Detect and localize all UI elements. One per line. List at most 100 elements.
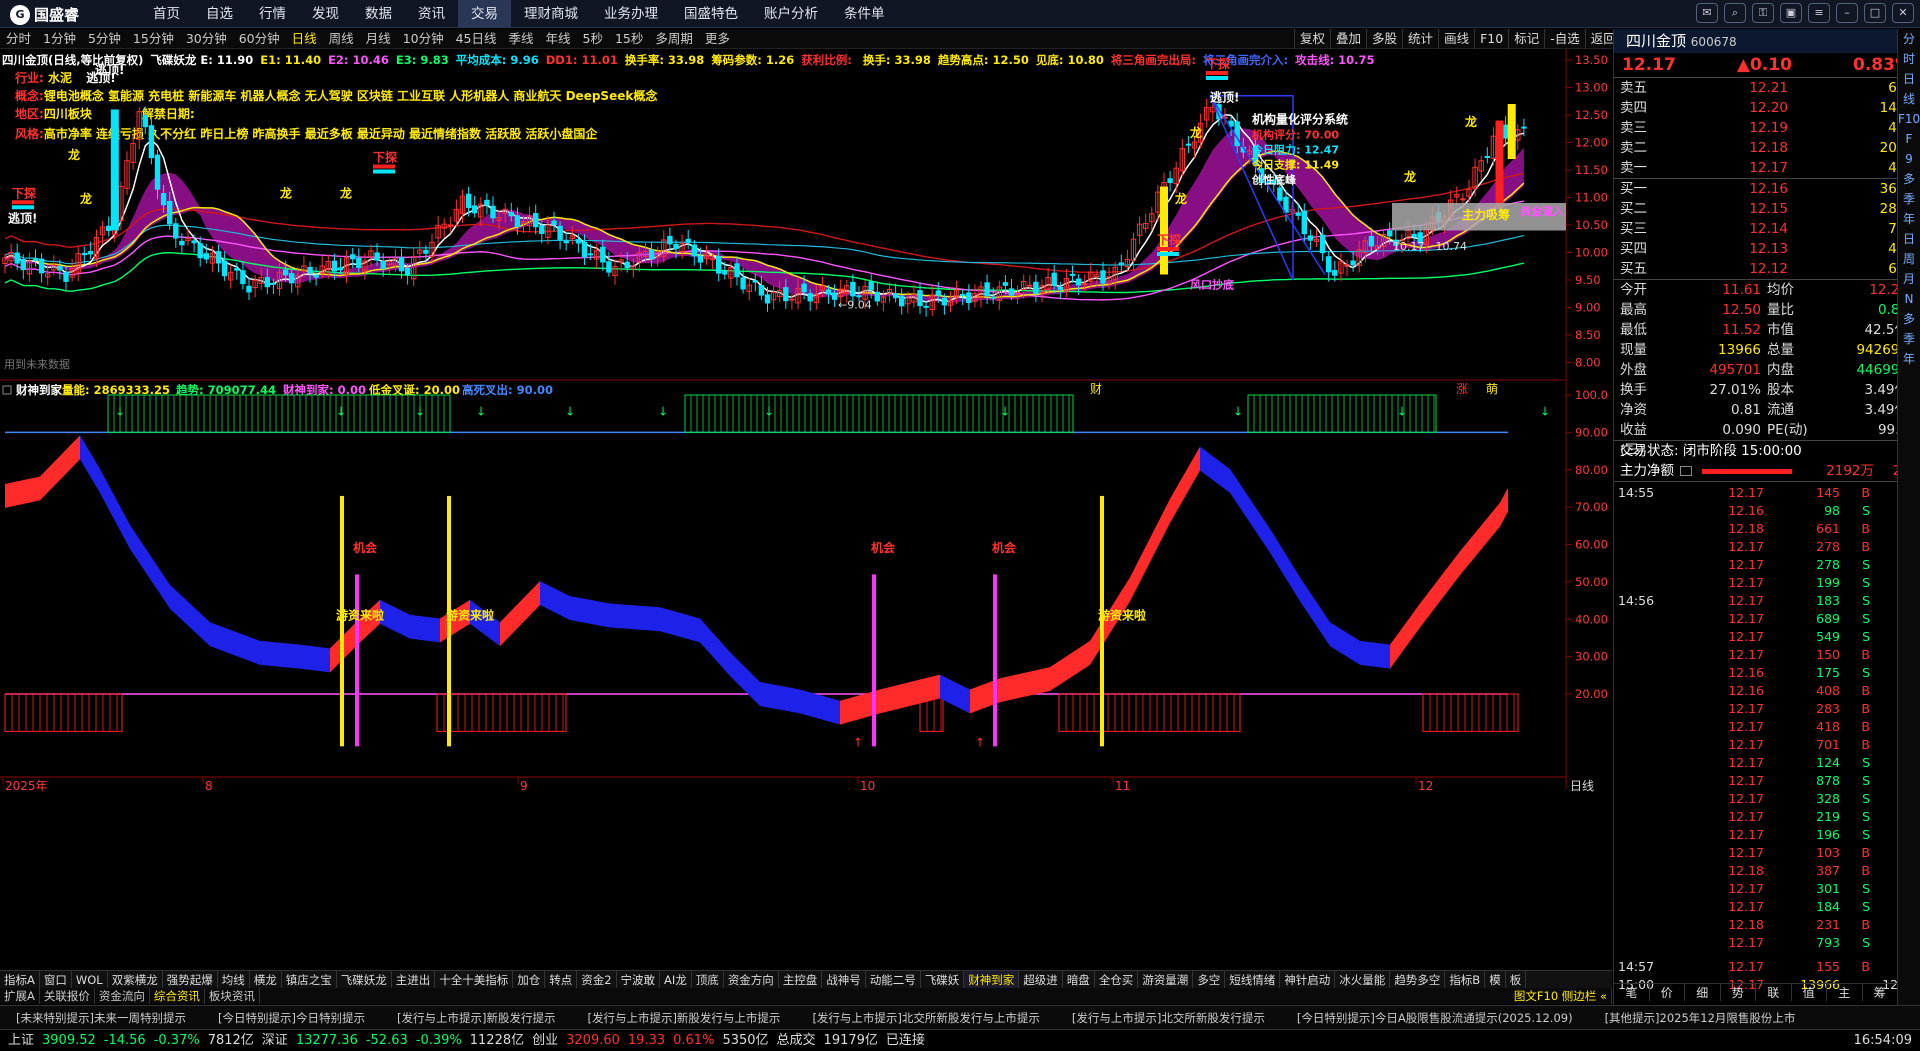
indicator-tab[interactable]: 指标B [1445, 971, 1486, 988]
period-button[interactable]: 月线 [360, 29, 397, 48]
quote-tab[interactable]: 筹 [1863, 984, 1898, 1001]
indicator-tab[interactable]: 模 [1485, 971, 1506, 988]
tool-button[interactable]: 标记 [1508, 29, 1544, 49]
sidebar-item[interactable]: F10 [1898, 109, 1920, 129]
book-row[interactable]: 买四 12.13478 [1614, 239, 1920, 259]
period-button[interactable]: 15秒 [609, 29, 649, 48]
indicator-tab[interactable]: 资金2 [577, 971, 617, 988]
search-icon[interactable]: ⌕ [1724, 3, 1746, 23]
indicator-tab[interactable]: 动能二号 [866, 971, 921, 988]
nav-item[interactable]: 首页 [140, 0, 193, 28]
indicator-tab[interactable]: 游资量潮 [1138, 971, 1194, 988]
ticker-item[interactable]: [发行与上市提示]新股发行与上市提示 [571, 1006, 796, 1029]
nav-item[interactable]: 资讯 [405, 0, 458, 28]
indicator-tab[interactable]: 指标A [0, 971, 40, 988]
quote-tab[interactable]: 笔 [1614, 984, 1650, 1001]
indicator-tab[interactable]: 多空 [1193, 971, 1226, 988]
tool-button[interactable]: 复权 [1294, 29, 1330, 49]
book-row[interactable]: 卖四 12.201495 [1614, 98, 1920, 118]
sidebar-item[interactable]: 多 [1898, 169, 1920, 189]
ticker-item[interactable]: [发行与上市提示]新股发行提示 [381, 1006, 571, 1029]
tick-list[interactable]: 14:5512.17145B2112.1698S1712.18661B4412.… [1614, 482, 1920, 994]
book-row[interactable]: 卖三 12.19445 [1614, 118, 1920, 138]
indicator-tab[interactable]: 飞碟妖 [921, 971, 965, 988]
sidebar-item[interactable]: 时 [1898, 49, 1920, 69]
minimize-icon[interactable]: – [1836, 3, 1858, 23]
sidebar-item[interactable]: 分 [1898, 29, 1920, 49]
indicator-tab[interactable]: 主控盘 [779, 971, 823, 988]
indicator-tab[interactable]: 主进出 [392, 971, 436, 988]
sidebar-item[interactable]: 年 [1898, 209, 1920, 229]
period-button[interactable]: 5分钟 [82, 29, 127, 48]
ticker-item[interactable]: [今日特别提示]今日特别提示 [202, 1006, 381, 1029]
indicator-tab[interactable]: 顶底 [692, 971, 724, 988]
tool-button[interactable]: 画线 [1438, 29, 1474, 49]
quote-tab[interactable]: 联 [1756, 984, 1792, 1001]
indicator-tab[interactable]: 超级进 [1019, 971, 1063, 988]
indicator-tab[interactable]: 暗盘 [1063, 971, 1095, 988]
period-button[interactable]: 60分钟 [233, 29, 286, 48]
nav-item[interactable]: 行情 [246, 0, 299, 28]
indicator-tab[interactable]: 镇店之宝 [282, 971, 337, 988]
indicator-tab[interactable]: 双紫横龙 [108, 971, 163, 988]
indicator-tab[interactable]: 宁波敢 [617, 971, 661, 988]
info-tab[interactable]: 板块资讯 [205, 988, 260, 1004]
sidebar-item[interactable]: F [1898, 129, 1920, 149]
sidebar-item[interactable]: 周 [1898, 249, 1920, 269]
period-button[interactable]: 5秒 [577, 29, 609, 48]
lock-icon[interactable]: ⚿ [1752, 3, 1774, 23]
indicator-tab[interactable]: 全仓买 [1095, 971, 1139, 988]
menu-icon[interactable]: ≡ [1808, 3, 1830, 23]
period-button[interactable]: 多周期 [649, 29, 699, 48]
indicator-tab[interactable]: 飞碟妖龙 [337, 971, 392, 988]
sidebar-item[interactable]: 日 [1898, 69, 1920, 89]
ticker-item[interactable]: [发行与上市提示]北交所新股发行提示 [1056, 1006, 1281, 1029]
quote-tab[interactable]: 价 [1650, 984, 1685, 1001]
indicator-tab[interactable]: 强势起爆 [163, 971, 218, 988]
tool-button[interactable]: 叠加 [1330, 29, 1366, 49]
info-tab[interactable]: 扩展A [0, 988, 40, 1004]
flow-toggle[interactable] [1680, 466, 1692, 476]
ticker-item[interactable]: [今日特别提示]今日A股限售股流通提示(2025.12.09) [1281, 1006, 1589, 1029]
nav-item[interactable]: 自选 [193, 0, 246, 28]
period-button[interactable]: 10分钟 [397, 29, 450, 48]
sidebar-item[interactable]: 9 [1898, 149, 1920, 169]
tool-button[interactable]: 统计 [1402, 29, 1438, 49]
book-row[interactable]: 买一 12.163649 [1614, 179, 1920, 199]
maximize-icon[interactable]: □ [1864, 3, 1886, 23]
book-row[interactable]: 买二 12.152870 [1614, 199, 1920, 219]
period-button[interactable]: 30分钟 [180, 29, 233, 48]
quote-tab[interactable]: 主 [1827, 984, 1863, 1001]
ticker-item[interactable]: [未来特别提示]未来一周特别提示 [0, 1006, 202, 1029]
info-tab[interactable]: 资金流向 [95, 988, 150, 1004]
sidebar-item[interactable]: 年 [1898, 349, 1920, 369]
info-tab[interactable]: 关联报价 [40, 988, 95, 1004]
period-button[interactable]: 1分钟 [37, 29, 82, 48]
sidebar-item[interactable]: 日 [1898, 229, 1920, 249]
indicator-tab[interactable]: 转点 [545, 971, 578, 988]
book-row[interactable]: 卖二 12.182083 [1614, 138, 1920, 158]
book-row[interactable]: 卖一 12.17404 [1614, 158, 1920, 178]
book-row[interactable]: 卖五 12.21682 [1614, 78, 1920, 98]
indicator-tab[interactable]: AI龙 [660, 971, 692, 988]
tool-button[interactable]: F10 [1474, 29, 1508, 49]
nav-item[interactable]: 国盛特色 [671, 0, 751, 28]
book-row[interactable]: 买五 12.12603 [1614, 259, 1920, 279]
period-button[interactable]: 分时 [0, 29, 37, 48]
indicator-tab[interactable]: 横龙 [250, 971, 282, 988]
nav-item[interactable]: 理财商城 [511, 0, 591, 28]
sidebar-item[interactable]: 多 [1898, 309, 1920, 329]
indicator-tab[interactable]: 战神号 [822, 971, 866, 988]
indicator-tab[interactable]: 短线情绪 [1225, 971, 1281, 988]
period-button[interactable]: 季线 [503, 29, 540, 48]
nav-item[interactable]: 账户分析 [751, 0, 831, 28]
indicator-tab[interactable]: 均线 [218, 971, 250, 988]
tool-button[interactable]: 多股 [1366, 29, 1402, 49]
sidebar-item[interactable]: 月 [1898, 269, 1920, 289]
indicator-tab[interactable]: WOL [72, 971, 108, 988]
indicator-tab[interactable]: 十全十美指标 [435, 971, 514, 988]
side-panel-toggle[interactable]: 图文F10 侧边栏 « [1510, 988, 1612, 1004]
quote-tab[interactable]: 细 [1685, 984, 1721, 1001]
ticker-item[interactable]: [其他提示]2025年12月限售股份上市 [1589, 1006, 1812, 1029]
nav-item[interactable]: 数据 [352, 0, 405, 28]
